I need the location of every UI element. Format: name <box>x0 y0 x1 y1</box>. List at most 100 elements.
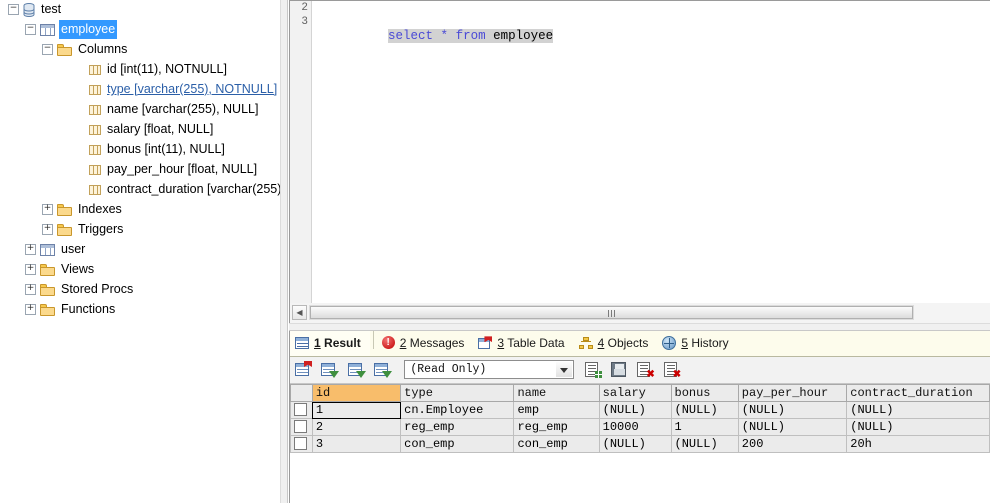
grid-column-header-type[interactable]: type <box>400 384 515 402</box>
scrollbar-track[interactable] <box>309 305 914 320</box>
tree-item-salary[interactable]: salary [float, NULL] <box>0 120 280 140</box>
tab-accesskey: 1 <box>314 336 321 350</box>
grid-column-header-salary[interactable]: salary <box>598 384 672 402</box>
grid-cell-salary[interactable]: 10000 <box>598 418 672 436</box>
grid-column-header-contract_duration[interactable]: contract_duration <box>846 384 990 402</box>
tree-item-triggers[interactable]: + Triggers <box>0 220 280 240</box>
tree-expander-spacer <box>76 145 85 154</box>
result-grid[interactable]: id type name salary bonus pay_per_hour contrac… <box>290 384 990 453</box>
grid-cell-bonus[interactable]: (NULL) <box>670 435 739 453</box>
tree-expander-spacer <box>76 65 85 74</box>
tree-item-test[interactable]: − test <box>0 0 280 20</box>
grid-body[interactable]: 1 cn.Employee emp (NULL) (NULL) (NULL) (NULL) 2… <box>290 401 990 453</box>
table-row[interactable]: 2 reg_emp reg_emp 10000 1 (NULL) (NULL) <box>290 418 990 436</box>
save-changes-button[interactable] <box>608 359 629 380</box>
sql-editor[interactable]: 23 select * from employee <box>289 0 990 303</box>
grid-cell-name[interactable]: emp <box>513 401 600 419</box>
grid-cell-contract_duration[interactable]: 20h <box>846 435 990 453</box>
expand-expander-icon[interactable]: + <box>25 304 36 316</box>
grid-cell-id[interactable]: 3 <box>311 435 402 453</box>
grid-toolbar[interactable]: (Read Only) ✖ ✖ <box>290 357 990 384</box>
tree-item-functions[interactable]: + Functions <box>0 300 280 320</box>
tree-item-name[interactable]: name [varchar(255), NULL] <box>0 100 280 120</box>
grid-cell-pay_per_hour[interactable]: (NULL) <box>737 418 848 436</box>
row-selector-checkbox[interactable] <box>290 401 313 419</box>
grid-cell-bonus[interactable]: (NULL) <box>670 401 739 419</box>
folder-icon <box>57 203 72 216</box>
expand-expander-icon[interactable]: + <box>25 284 36 296</box>
result-tab-bar[interactable]: 1 Result ! 2 Messages 3 Table Data 4 Objects… <box>290 331 990 357</box>
grid-column-header-bonus[interactable]: bonus <box>670 384 739 402</box>
column-icon <box>89 144 101 155</box>
expand-expander-icon[interactable]: + <box>42 224 53 236</box>
edit-mode-select[interactable]: (Read Only) <box>404 360 575 379</box>
tree-item-columns[interactable]: − Columns <box>0 40 280 60</box>
scroll-left-arrow-icon[interactable]: ◀ <box>292 305 307 320</box>
expand-expander-icon[interactable]: + <box>25 244 36 256</box>
chevron-down-icon[interactable] <box>556 362 573 377</box>
tree-item-views[interactable]: + Views <box>0 260 280 280</box>
tree-item-type[interactable]: type [varchar(255), NOTNULL] <box>0 80 280 100</box>
grid-cell-contract_duration[interactable]: (NULL) <box>846 401 990 419</box>
editor-horizontal-scrollbar[interactable]: ◀ <box>289 303 990 323</box>
tree-item-pay_per_hour[interactable]: pay_per_hour [float, NULL] <box>0 160 280 180</box>
tree-item-indexes[interactable]: + Indexes <box>0 200 280 220</box>
collapse-expander-icon[interactable]: − <box>25 24 36 36</box>
tree-item-stored[interactable]: + Stored Procs <box>0 280 280 300</box>
tab-result[interactable]: 1 Result <box>290 331 370 356</box>
add-row-button[interactable] <box>582 359 603 380</box>
collapse-expander-icon[interactable]: − <box>42 44 53 56</box>
collapse-expander-icon[interactable]: − <box>8 4 19 16</box>
tree-expander-spacer <box>76 105 85 114</box>
grid-view-button[interactable] <box>293 359 314 380</box>
grid-cell-name[interactable]: con_emp <box>513 435 600 453</box>
edit-mode-value: (Read Only) <box>410 363 487 376</box>
vertical-splitter[interactable] <box>280 0 288 503</box>
grid-cell-salary[interactable]: (NULL) <box>598 401 672 419</box>
row-selector-checkbox[interactable] <box>290 418 313 436</box>
export-grid-2-button[interactable] <box>346 359 367 380</box>
code-line-statement[interactable]: select * from employee <box>313 15 990 43</box>
table-row[interactable]: 3 con_emp con_emp (NULL) (NULL) 200 20h <box>290 435 990 453</box>
grid-column-header-pay_per_hour[interactable]: pay_per_hour <box>737 384 848 402</box>
grid-cell-pay_per_hour[interactable]: 200 <box>737 435 848 453</box>
object-explorer-tree[interactable]: − test − employee − Columns id [int(11), NOTNU… <box>0 0 280 503</box>
grid-cell-type[interactable]: cn.Employee <box>400 401 515 419</box>
export-grid-3-button[interactable] <box>372 359 393 380</box>
tree-item-contract_duration[interactable]: contract_duration [varchar(255), <box>0 180 280 200</box>
expand-expander-icon[interactable]: + <box>42 204 53 216</box>
grid-cell-type[interactable]: reg_emp <box>400 418 515 436</box>
tab-history[interactable]: 5 History <box>657 331 737 356</box>
column-icon <box>89 104 101 115</box>
grid-cell-id[interactable]: 1 <box>311 401 402 419</box>
grid-cell-contract_duration[interactable]: (NULL) <box>846 418 990 436</box>
tab-table-data[interactable]: 3 Table Data <box>473 331 573 356</box>
tree-item-bonus[interactable]: bonus [int(11), NULL] <box>0 140 280 160</box>
tree-item-id[interactable]: id [int(11), NOTNULL] <box>0 60 280 80</box>
grid-cell-bonus[interactable]: 1 <box>670 418 739 436</box>
grid-cell-pay_per_hour[interactable]: (NULL) <box>737 401 848 419</box>
scrollbar-thumb[interactable] <box>310 306 913 319</box>
result-grid-container[interactable]: id type name salary bonus pay_per_hour contrac… <box>290 384 990 503</box>
horizontal-splitter[interactable] <box>289 323 990 331</box>
tab-messages[interactable]: ! 2 Messages <box>377 331 474 356</box>
tree-item-employee[interactable]: − employee <box>0 20 280 40</box>
grid-column-header-id[interactable]: id <box>311 384 402 402</box>
row-selector-checkbox[interactable] <box>290 435 313 453</box>
table-row[interactable]: 1 cn.Employee emp (NULL) (NULL) (NULL) (NULL) <box>290 401 990 419</box>
export-grid-button[interactable] <box>319 359 340 380</box>
delete-row-button[interactable]: ✖ <box>634 359 655 380</box>
editor-code-area[interactable]: select * from employee <box>313 1 990 303</box>
grid-cell-id[interactable]: 2 <box>311 418 402 436</box>
discard-changes-button[interactable]: ✖ <box>661 359 682 380</box>
grid-cell-name[interactable]: reg_emp <box>513 418 600 436</box>
tree-item-label: Stored Procs <box>61 282 134 296</box>
tab-objects[interactable]: 4 Objects <box>574 331 658 356</box>
folder-icon <box>40 283 55 296</box>
grid-select-all-corner[interactable] <box>290 384 313 402</box>
grid-column-header-name[interactable]: name <box>513 384 600 402</box>
tree-item-user[interactable]: + user <box>0 240 280 260</box>
expand-expander-icon[interactable]: + <box>25 264 36 276</box>
grid-cell-salary[interactable]: (NULL) <box>598 435 672 453</box>
grid-cell-type[interactable]: con_emp <box>400 435 515 453</box>
